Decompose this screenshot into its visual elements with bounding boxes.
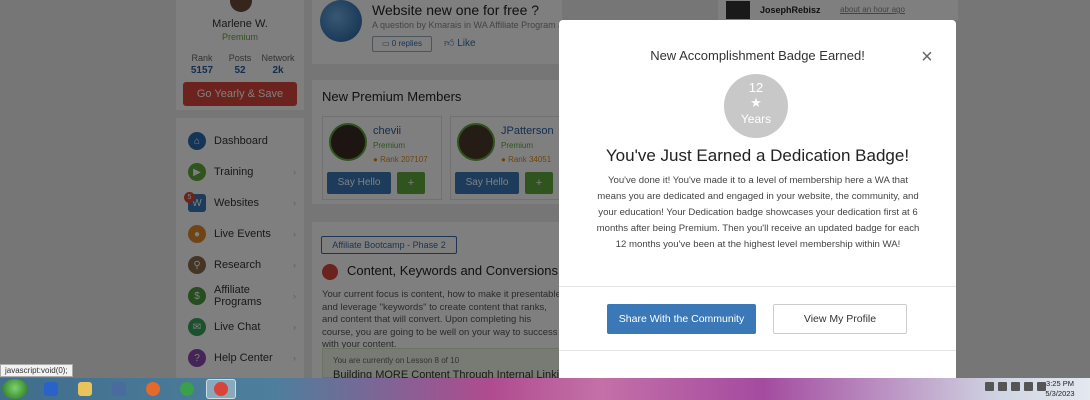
folder-icon	[78, 382, 92, 396]
tray-up-icon[interactable]	[985, 382, 994, 391]
windows-taskbar: 3:25 PM 5/3/2023	[0, 378, 1090, 400]
view-my-profile-button[interactable]: View My Profile	[773, 304, 907, 334]
modal-title: New Accomplishment Badge Earned!	[650, 48, 865, 63]
badge-number: 12	[748, 80, 764, 95]
video-icon	[112, 382, 126, 396]
firefox-icon	[146, 382, 160, 396]
close-icon[interactable]: ×	[919, 47, 935, 67]
battery-icon[interactable]	[1011, 382, 1020, 391]
chrome-active-icon	[214, 382, 228, 396]
taskbar-app-explorer[interactable]	[70, 379, 100, 399]
clock-date: 5/3/2023	[1045, 389, 1075, 398]
chrome-icon	[180, 382, 194, 396]
start-button[interactable]	[2, 379, 28, 399]
badge-unit: Years	[740, 112, 772, 126]
flag-icon[interactable]	[998, 382, 1007, 391]
divider	[559, 286, 956, 287]
media-player-icon	[44, 382, 58, 396]
taskbar-app-chrome[interactable]	[172, 379, 202, 399]
taskbar-clock[interactable]: 3:25 PM 5/3/2023	[1040, 379, 1080, 399]
taskbar-app-media-player[interactable]	[36, 379, 66, 399]
badge-modal: New Accomplishment Badge Earned! × 12 ★ …	[559, 20, 956, 378]
star-icon: ★	[750, 95, 762, 110]
dedication-badge: 12 ★ Years	[724, 74, 788, 138]
network-icon[interactable]	[1024, 382, 1033, 391]
status-link-preview: javascript:void(0);	[0, 364, 73, 377]
modal-body: You've done it! You've made it to a leve…	[596, 175, 920, 250]
divider	[559, 350, 956, 351]
system-tray	[985, 382, 1046, 391]
taskbar-app-firefox[interactable]	[138, 379, 168, 399]
modal-headline: You've Just Earned a Dedication Badge!	[605, 146, 910, 165]
taskbar-app-chrome-active[interactable]	[206, 379, 236, 399]
clock-time: 3:25 PM	[1046, 379, 1074, 388]
taskbar-app-video[interactable]	[104, 379, 134, 399]
share-with-community-button[interactable]: Share With the Community	[607, 304, 756, 334]
